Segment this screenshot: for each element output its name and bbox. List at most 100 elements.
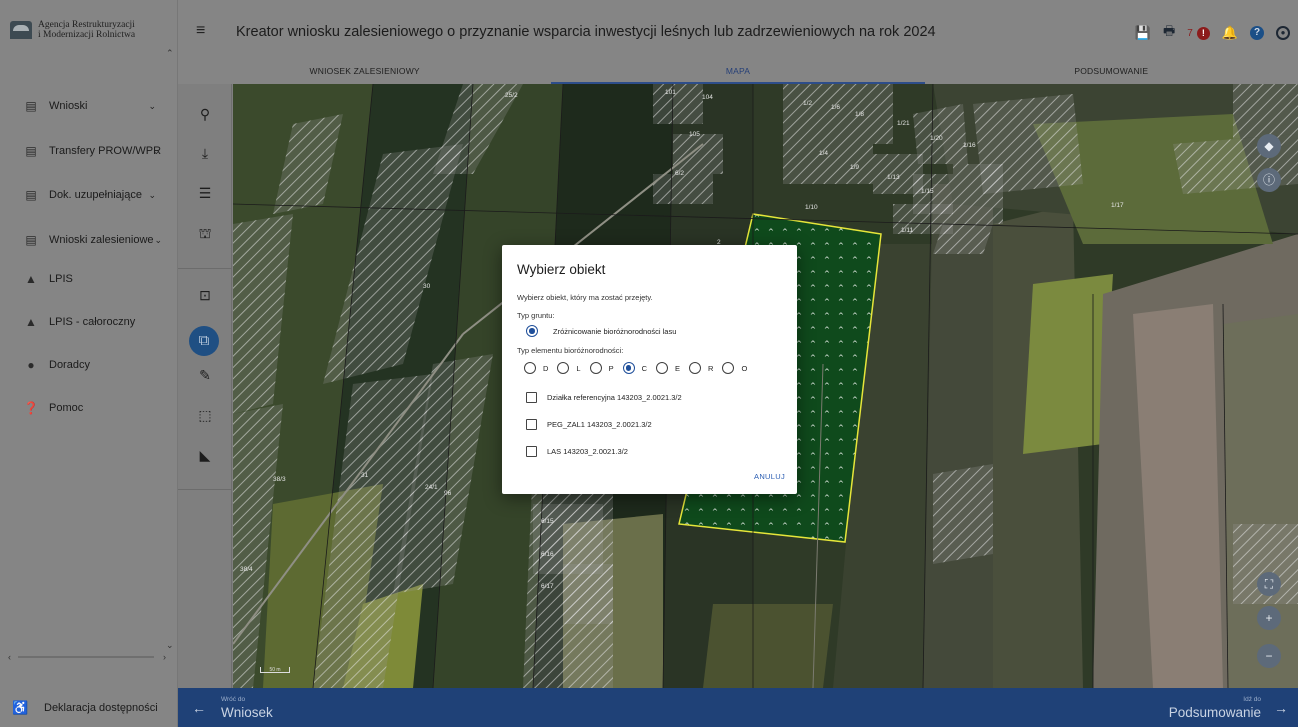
scroll-left-icon[interactable]: ‹ (8, 652, 11, 662)
print-icon[interactable]: 🖶 (1163, 22, 1175, 44)
sidebar-item-label: LPIS - całoroczny (49, 316, 136, 328)
info-icon[interactable]: ⓘ (1257, 168, 1281, 192)
parcel-label: 38/3 (273, 476, 286, 483)
parcel-label: 1/17 (1111, 202, 1124, 209)
help-icon[interactable]: ? (1250, 26, 1264, 40)
checkbox-peg-zal1[interactable]: PEG_ZAL1 143203_2.0021.3/2 (526, 419, 652, 430)
help-circle-icon: ❓ (23, 401, 39, 415)
measure-icon[interactable]: ◣ (192, 447, 218, 467)
copy-feature-icon[interactable]: ⧉ (189, 326, 219, 356)
header: ≡ Kreator wniosku zalesieniowego o przyz… (178, 0, 1298, 64)
parcel-label: 105 (689, 131, 700, 138)
sidebar-item-label: Wnioski (49, 100, 88, 112)
accessibility-declaration-link[interactable]: ♿ Deklaracja dostępności (12, 700, 158, 716)
sidebar-item-label: Wnioski zalesieniowe (49, 234, 154, 246)
bio-radio-d[interactable]: D (524, 362, 548, 374)
arrow-right-icon[interactable]: → (1274, 700, 1288, 716)
sidebar-item-lpis[interactable]: ▲ LPIS (0, 268, 168, 290)
arrow-left-icon[interactable]: ← (192, 700, 206, 716)
zoom-out-icon[interactable]: − (1257, 644, 1281, 668)
tab-wniosek-zalesieniowy[interactable]: WNIOSEK ZALESIENIOWY (178, 58, 551, 84)
parcel-tool-icon[interactable]: ⛫ (192, 225, 218, 245)
sidebar-item-pomoc[interactable]: ❓ Pomoc (0, 397, 168, 419)
checkbox-icon[interactable] (526, 392, 537, 403)
clipboard-icon: ▤ (25, 233, 37, 247)
checkbox-las[interactable]: LAS 143203_2.0021.3/2 (526, 446, 628, 457)
menu-hamburger-icon[interactable]: ≡ (196, 22, 205, 40)
chevron-down-icon: ⌄ (148, 189, 156, 200)
alert-icon[interactable]: ! (1196, 26, 1210, 40)
biodiversity-type-label: Typ elementu bioróżnorodności: (517, 346, 624, 355)
radio-selected-icon[interactable] (526, 325, 538, 337)
soil-type-label: Typ gruntu: (517, 311, 555, 320)
sidebar-item-dok-uzupelniajace[interactable]: ▤ Dok. uzupełniające ⌄ (0, 184, 168, 206)
download-icon[interactable]: ⤓ (192, 145, 218, 165)
zoom-in-icon[interactable]: + (1257, 606, 1281, 630)
parcel-label: 1/13 (887, 174, 900, 181)
bio-radio-l[interactable]: L (557, 362, 581, 374)
bio-radio-p[interactable]: P (589, 362, 614, 374)
logo-mark-icon (10, 21, 32, 39)
back-button[interactable]: Wniosek (221, 705, 273, 720)
tab-mapa[interactable]: MAPA (551, 58, 925, 84)
sidebar-item-wnioski[interactable]: ▤ Wnioski ⌄ (0, 95, 168, 117)
scroll-right-icon[interactable]: › (163, 652, 166, 662)
sidebar-item-lpis-caloroczny[interactable]: ▲ LPIS - całoroczny (0, 311, 168, 333)
bio-radio-r[interactable]: R (689, 362, 713, 374)
parcel-label: 31 (361, 472, 369, 479)
tab-podsumowanie[interactable]: PODSUMOWANIE (925, 58, 1298, 84)
save-icon[interactable]: 💾 (1135, 25, 1151, 41)
scroll-up-caret-icon[interactable]: ⌃ (166, 48, 174, 59)
bio-radio-c[interactable]: C (622, 362, 647, 374)
accessibility-icon: ♿ (12, 700, 29, 715)
bio-radio-o[interactable]: O (722, 362, 747, 374)
parcel-label: 104 (702, 94, 713, 101)
checkbox-icon[interactable] (526, 446, 537, 457)
layers-list-icon[interactable]: ☰ (192, 185, 218, 205)
parcel-label: 1/21 (897, 120, 910, 127)
scroll-down-caret-icon[interactable]: ⌄ (166, 640, 174, 651)
parcel-label: 1/2 (803, 100, 813, 107)
mountain-icon: ▲ (25, 272, 37, 286)
select-object-dialog: Wybierz obiekt Wybierz obiekt, który ma … (502, 245, 797, 494)
select-feature-icon[interactable]: ⊡ (192, 287, 218, 307)
dialog-title: Wybierz obiekt (517, 262, 606, 277)
sidebar-item-wnioski-zalesieniowe[interactable]: ▤ Wnioski zalesieniowe ⌄ (0, 229, 168, 251)
parcel-label: 1/15 (921, 188, 934, 195)
cancel-button[interactable]: ANULUJ (754, 472, 785, 481)
bell-icon[interactable]: 🔔 (1222, 25, 1238, 41)
sidebar-item-label: LPIS (49, 273, 73, 285)
sidebar-item-transfery[interactable]: ▤ Transfery PROW/WPR ⌄ (0, 140, 168, 162)
chevron-down-icon: ⌄ (148, 100, 156, 111)
parcel-label: 1/9 (850, 164, 860, 171)
soil-type-radio[interactable]: Zróżnicowanie bioróżnorodności lasu (526, 325, 676, 337)
map-scale-bar: 50 m (260, 667, 290, 673)
horizontal-scrollbar[interactable]: ‹ › (8, 652, 166, 662)
notification-count[interactable]: 7 (1187, 28, 1193, 39)
logo-line-2: i Modernizacji Rolnictwa (38, 30, 136, 40)
fullscreen-icon[interactable]: ⛶ (1257, 572, 1281, 596)
draw-rectangle-icon[interactable]: ⬚ (192, 407, 218, 427)
next-button[interactable]: Podsumowanie (1169, 705, 1261, 720)
sidebar-item-label: Doradcy (49, 359, 90, 371)
parcel-label: 6/17 (541, 583, 554, 590)
parcel-label: 1/6 (831, 104, 841, 111)
sidebar-item-label: Transfery PROW/WPR (49, 145, 162, 157)
checkbox-icon[interactable] (526, 419, 537, 430)
bio-radio-e[interactable]: E (656, 362, 680, 374)
chevron-down-icon: ⌄ (152, 145, 160, 156)
back-caption: Wróć do (221, 696, 246, 703)
parcel-label: 1/4 (819, 150, 829, 157)
arimr-logo[interactable]: Agencja Restrukturyzacji i Modernizacji … (10, 20, 135, 40)
edit-pencil-icon[interactable]: ✎ (192, 367, 218, 387)
parcel-label: 101 (665, 89, 676, 96)
parcel-label: 1/10 (805, 204, 818, 211)
sidebar-item-doradcy[interactable]: ● Doradcy (0, 354, 168, 376)
bottom-navigation: ← Wróć do Wniosek Idź do Podsumowanie → (178, 688, 1298, 727)
user-account-icon[interactable]: ● (1276, 26, 1290, 40)
parcel-label: 38/4 (240, 566, 253, 573)
layers-icon[interactable]: ◆ (1257, 134, 1281, 158)
checkbox-dzialka-referencyjna[interactable]: Działka referencyjna 143203_2.0021.3/2 (526, 392, 682, 403)
parcel-label: 6/16 (541, 551, 554, 558)
search-icon[interactable]: ⚲ (192, 106, 218, 126)
